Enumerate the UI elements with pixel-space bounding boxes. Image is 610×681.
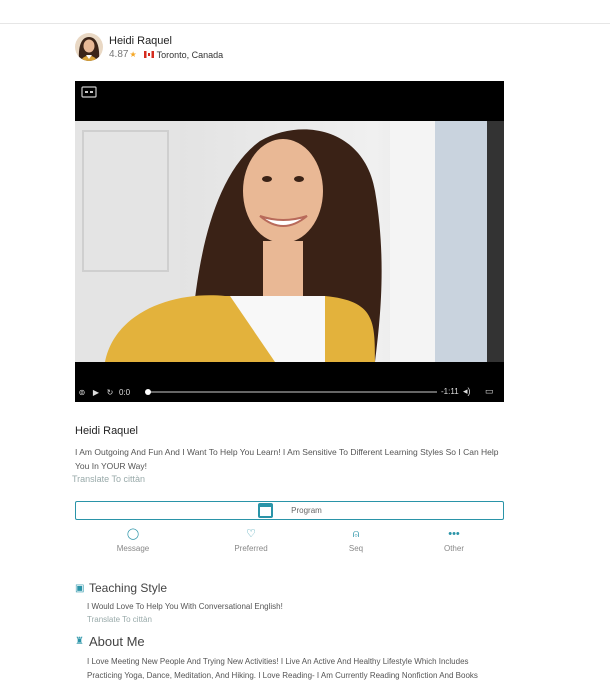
message-button[interactable]: ◯ Message [93, 527, 173, 553]
rating-row: 4.87 ★ Toronto, Canada [109, 49, 223, 60]
follow-label: Seq [348, 544, 364, 553]
other-label: Other [443, 544, 464, 553]
progress-bar[interactable] [145, 389, 437, 395]
teaching-style-text: I Would Love To Help You With Conversati… [87, 602, 283, 611]
teaching-style-heading: ▣ Teaching Style [75, 581, 167, 595]
bio-text: I Am Outgoing And Fun And I Want To Help… [75, 447, 499, 471]
star-icon: ★ [129, 50, 137, 59]
action-bar: ◯ Message ♡ Preferred ⍝ Seq ••• Other [75, 527, 504, 557]
progress-knob[interactable] [145, 389, 151, 395]
tutor-name-header[interactable]: Heidi Raquel [109, 35, 172, 47]
board-icon: ▣ [75, 582, 85, 594]
profile-header: Heidi Raquel 4.87 ★ Toronto, Canada [75, 33, 375, 63]
video-player[interactable]: ⊚ ▶ ↻ 0:0 -1:11 ◂) ▭ [75, 81, 504, 402]
about-me-title: About Me [89, 634, 145, 649]
translate-link[interactable]: Translate To cittàn [72, 474, 145, 484]
replay-icon[interactable]: ↻ [103, 388, 117, 397]
about-me-heading: ♜ About Me [75, 634, 145, 649]
chat-bubble-icon: ◯ [126, 528, 140, 540]
person-icon: ♜ [75, 636, 84, 647]
video-controls: ⊚ ▶ ↻ 0:0 -1:11 ◂) ▭ [75, 383, 504, 401]
remaining-time: -1:11 [441, 387, 459, 396]
current-time: 0:0 [119, 387, 131, 397]
location: Toronto, Canada [156, 49, 224, 60]
more-dots-icon: ••• [448, 528, 460, 540]
rating-value: 4.87 [109, 49, 129, 60]
calendar-icon [258, 503, 273, 518]
other-button[interactable]: ••• Other [414, 527, 494, 553]
preferred-label: Preferred [234, 544, 268, 553]
volume-icon[interactable]: ◂) [463, 386, 471, 397]
translate-link-teaching[interactable]: Translate To cittàn [87, 615, 152, 624]
top-bar [0, 0, 610, 24]
video-frame[interactable] [75, 121, 504, 362]
avatar[interactable] [75, 33, 103, 61]
canada-flag-icon [143, 51, 154, 58]
play-icon[interactable]: ▶ [89, 388, 103, 397]
preferred-button[interactable]: ♡ Preferred [211, 527, 291, 553]
heart-icon: ♡ [246, 528, 256, 540]
bell-icon: ⍝ [352, 528, 360, 540]
fullscreen-icon[interactable]: ▭ [485, 386, 494, 397]
follow-button[interactable]: ⍝ Seq [316, 527, 396, 553]
program-label: Program [291, 506, 322, 515]
speed-icon[interactable]: ⊚ [75, 388, 89, 397]
about-me-text: I Love Meeting New People And Trying New… [87, 657, 478, 680]
teaching-style-title: Teaching Style [89, 581, 168, 595]
program-button[interactable]: Program [75, 501, 504, 520]
tutor-name: Heidi Raquel [75, 425, 138, 437]
captions-icon[interactable] [81, 86, 97, 98]
message-label: Message [116, 544, 150, 553]
